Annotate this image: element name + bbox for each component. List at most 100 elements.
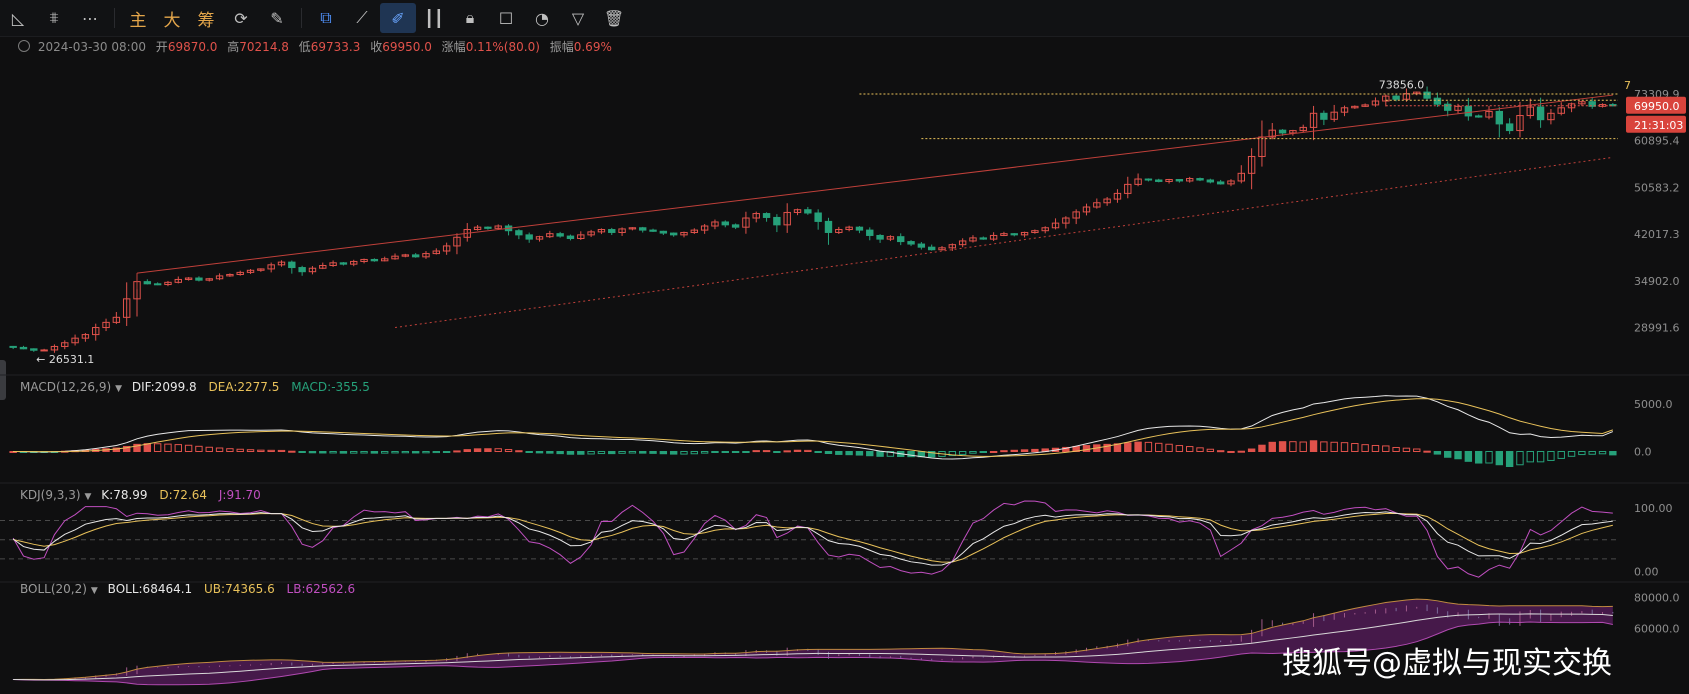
macd-histogram-bar xyxy=(855,451,864,456)
macd-histogram-bar xyxy=(195,445,203,452)
candle xyxy=(876,234,884,240)
candle xyxy=(1206,179,1215,183)
candle xyxy=(515,230,523,236)
macd-histogram-bar xyxy=(711,451,719,453)
kdj-axis-tick: 100.00 xyxy=(1634,502,1673,515)
candle xyxy=(907,241,915,245)
macd-histogram-bar xyxy=(1413,448,1421,453)
candle xyxy=(19,346,28,350)
macd-histogram-bar xyxy=(1567,451,1576,457)
candle xyxy=(639,227,647,231)
macd-histogram-bar xyxy=(1536,451,1545,463)
macd-histogram-bar xyxy=(1557,451,1565,459)
macd-histogram-bar xyxy=(1454,451,1462,460)
macd-histogram-bar xyxy=(979,451,987,453)
macd-histogram-bar xyxy=(608,451,616,455)
macd-histogram-bar xyxy=(1216,450,1225,453)
chart-canvas[interactable]: 73856.0← 26531.17 73309.960895.450583.24… xyxy=(0,0,1689,694)
macd-histogram-bar xyxy=(267,449,275,453)
price-axis-tick: 28991.6 xyxy=(1634,322,1680,335)
candle xyxy=(1155,179,1163,182)
candle xyxy=(814,212,822,222)
macd-histogram-bar xyxy=(866,451,874,457)
candle xyxy=(1010,233,1018,236)
macd-histogram-bar xyxy=(1444,451,1452,458)
macd-histogram-bar xyxy=(669,451,678,455)
macd-histogram-bar xyxy=(1516,451,1524,466)
candle xyxy=(649,229,657,232)
macd-histogram-bar xyxy=(546,451,554,454)
candle xyxy=(339,262,348,265)
macd-histogram-bar xyxy=(1258,444,1266,453)
macd-histogram-bar xyxy=(1361,444,1369,452)
candle xyxy=(566,235,575,239)
macd-histogram-bar xyxy=(958,451,967,455)
macd-histogram-bar xyxy=(700,451,709,454)
dotted-trend-line xyxy=(394,156,1613,329)
macd-histogram-bar xyxy=(1144,441,1153,453)
macd-histogram-bar xyxy=(773,451,781,453)
candle xyxy=(30,348,38,351)
candle xyxy=(40,349,48,352)
candle xyxy=(927,246,936,251)
macd-histogram-bar xyxy=(835,451,843,455)
macd-histogram-bar xyxy=(164,443,172,452)
macd-histogram-bar xyxy=(1155,442,1163,452)
macd-histogram-bar xyxy=(742,451,750,453)
macd-histogram-bar xyxy=(1237,450,1246,453)
macd-histogram-bar xyxy=(246,449,255,452)
macd-histogram-bar xyxy=(1495,451,1504,466)
macd-histogram-bar xyxy=(1547,451,1555,461)
macd-histogram-bar xyxy=(1185,446,1194,453)
macd-histogram-bar xyxy=(298,451,306,453)
macd-histogram-bar xyxy=(845,451,853,456)
macd-histogram-bar xyxy=(783,450,791,453)
candle xyxy=(1505,123,1514,132)
macd-histogram-bar xyxy=(824,451,833,455)
macd-dea-line xyxy=(13,398,1614,457)
candle xyxy=(556,233,564,237)
candle xyxy=(659,230,668,234)
candle xyxy=(1144,178,1153,181)
macd-histogram-bar xyxy=(174,444,182,453)
macd-histogram-bar xyxy=(463,449,471,453)
candle xyxy=(525,234,533,240)
macd-histogram-bar xyxy=(494,448,502,453)
macd-histogram-bar xyxy=(721,451,729,453)
candle xyxy=(917,243,926,248)
macd-histogram-bar xyxy=(1433,451,1442,455)
candle xyxy=(288,261,296,269)
macd-histogram-bar xyxy=(329,451,337,454)
macd-histogram-bar xyxy=(184,444,193,453)
macd-histogram-bar xyxy=(1423,450,1431,453)
macd-histogram-bar xyxy=(453,450,461,453)
candle xyxy=(1495,110,1504,125)
macd-histogram-bar xyxy=(1609,451,1617,456)
low-annotation: ← 26531.1 xyxy=(36,353,94,366)
macd-histogram-bar xyxy=(1227,450,1235,453)
macd-histogram-bar xyxy=(1134,441,1142,453)
macd-histogram-bar xyxy=(1382,445,1390,453)
macd-histogram-bar xyxy=(690,451,699,455)
macd-histogram-bar xyxy=(1000,450,1008,453)
macd-histogram-bar xyxy=(504,449,513,453)
macd-histogram-bar xyxy=(639,451,647,454)
candle xyxy=(1464,105,1473,117)
macd-histogram-bar xyxy=(649,451,657,454)
candle xyxy=(9,345,17,348)
candle xyxy=(1216,181,1225,185)
macd-histogram-bar xyxy=(1598,451,1607,455)
last-price-value: 69950.0 xyxy=(1634,100,1680,113)
candle xyxy=(1474,115,1483,118)
macd-histogram-bar xyxy=(876,451,884,457)
macd-histogram-bar xyxy=(618,451,626,454)
macd-histogram-bar xyxy=(1505,451,1514,468)
macd-histogram-bar xyxy=(1309,440,1318,453)
candle xyxy=(804,209,812,214)
candle xyxy=(731,224,740,228)
macd-histogram-bar xyxy=(236,448,244,452)
candle xyxy=(153,283,162,286)
candle xyxy=(411,254,420,258)
candle xyxy=(370,258,379,262)
candle xyxy=(1433,97,1442,105)
